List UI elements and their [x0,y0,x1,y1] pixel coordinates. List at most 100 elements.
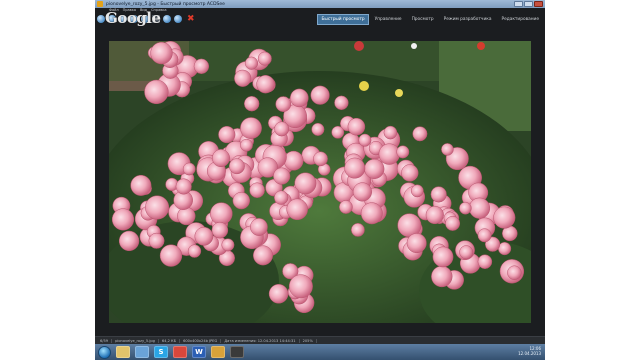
maximize-button[interactable] [524,1,533,7]
status-bar: 6/59 pionovelye_rozy_5.jpg 64,2 КБ 600x4… [95,336,545,344]
rose-flower [283,150,304,171]
taskbar-folder-icon[interactable] [116,346,130,358]
rose-flower [253,245,273,266]
rose-flower [477,254,493,269]
rose-flower [310,85,330,105]
rose-photo [109,41,531,323]
rose-flower [290,88,309,108]
rose-flower [441,143,454,156]
rose-flower [159,244,183,267]
rose-flower [175,178,192,195]
rose-flower [331,125,345,139]
status-filename: pionovelye_rozy_5.jpg [112,338,159,343]
app-window: pionovelye_rozy_5.jpg - Быстрый просмотр… [95,0,545,360]
rose-flower [148,232,165,249]
rose-flower [360,202,383,225]
rose-flower [364,158,385,179]
rose-flower [268,284,289,304]
title-bar: pionovelye_rozy_5.jpg - Быстрый просмотр… [95,0,545,8]
rose-flower [210,202,233,225]
rose-flower [351,223,365,237]
rose-flower [232,191,250,210]
rose-flower [177,206,196,226]
rose-flower [334,95,349,110]
rose-flower [234,69,252,87]
rose-flower [187,244,202,258]
rose-flower [401,164,419,182]
minimize-button[interactable] [514,1,523,7]
tab-edit[interactable]: Редактирование [498,14,544,25]
rose-flower [288,274,313,299]
status-modified: Дата изменения: 12.04.2013 14:44:31 [221,338,300,343]
status-dimensions: 600x400x24b JPEG [180,338,222,343]
tab-quick-view[interactable]: Быстрый просмотр [317,14,369,25]
rose-flower [193,58,210,74]
rose-flower [286,198,308,221]
taskbar-chrome-icon[interactable] [173,346,187,358]
tab-view[interactable]: Просмотр [408,14,438,25]
rose-flower [477,228,492,243]
clock-date: 12.04.2013 [518,351,541,356]
rose-flower [410,184,424,198]
start-button[interactable] [98,345,111,359]
rose-flower [412,126,428,142]
rose-flower [240,138,253,152]
taskbar-skype-icon[interactable]: S [154,346,168,358]
rose-flower [459,201,472,215]
taskbar-word-icon[interactable]: W [192,346,206,358]
status-zoom: 205% [300,338,317,343]
rose-flower [344,157,366,179]
rose-flower [111,208,135,231]
rose-flower [118,230,140,252]
taskbar-acdsee-icon[interactable] [211,346,225,358]
rose-flower [425,205,444,225]
taskbar: S W 12:06 12.04.2013 [95,344,545,360]
rose-flower [273,167,291,185]
close-button[interactable] [534,1,543,7]
rose-flower [498,242,512,256]
mode-tabs: Быстрый просмотр Управление Просмотр Реж… [317,14,543,25]
delete-icon[interactable]: ✖ [187,14,195,24]
rose-flower [249,182,265,198]
rose-flower [257,51,272,66]
taskbar-media-icon[interactable] [135,346,149,358]
rose-flower [358,133,372,147]
info-icon[interactable] [163,15,171,23]
rose-flower [150,41,173,65]
system-clock[interactable]: 12:06 12.04.2013 [518,346,541,356]
rose-flower [507,265,522,280]
acdsee-icon [97,1,103,7]
rose-flower [468,197,491,219]
back-icon[interactable] [97,15,105,23]
rose-flower [240,117,262,139]
tab-develop[interactable]: Режим разработчика [440,14,496,25]
rose-flower [352,182,372,202]
rose-flower [244,96,260,112]
rose-flower [445,215,461,231]
rose-flower [212,149,230,168]
taskbar-app-icon[interactable] [230,346,244,358]
rose-flower [378,143,400,165]
rose-flower [218,126,236,144]
rose-flower [432,246,454,268]
rose-flower [383,125,398,140]
rose-flower [145,195,170,220]
rose-flower [221,238,235,252]
rose-flower [182,162,196,176]
search-icon[interactable] [174,15,182,23]
rose-flower [244,56,259,70]
rose-flower [211,221,229,239]
rose-flower [406,233,427,254]
window-title: pionovelye_rozy_5.jpg - Быстрый просмотр… [106,1,225,7]
status-index: 6/59 [97,338,113,343]
rose-flower [311,122,325,136]
rose-flower [430,186,447,203]
rose-flower [339,200,353,214]
rose-flower [228,158,245,175]
tab-manage[interactable]: Управление [371,14,406,25]
rose-flower [130,174,152,196]
rose-flower [274,190,289,205]
rose-flower [431,265,453,288]
rose-bush-image [109,41,531,323]
rose-flower [256,75,275,94]
